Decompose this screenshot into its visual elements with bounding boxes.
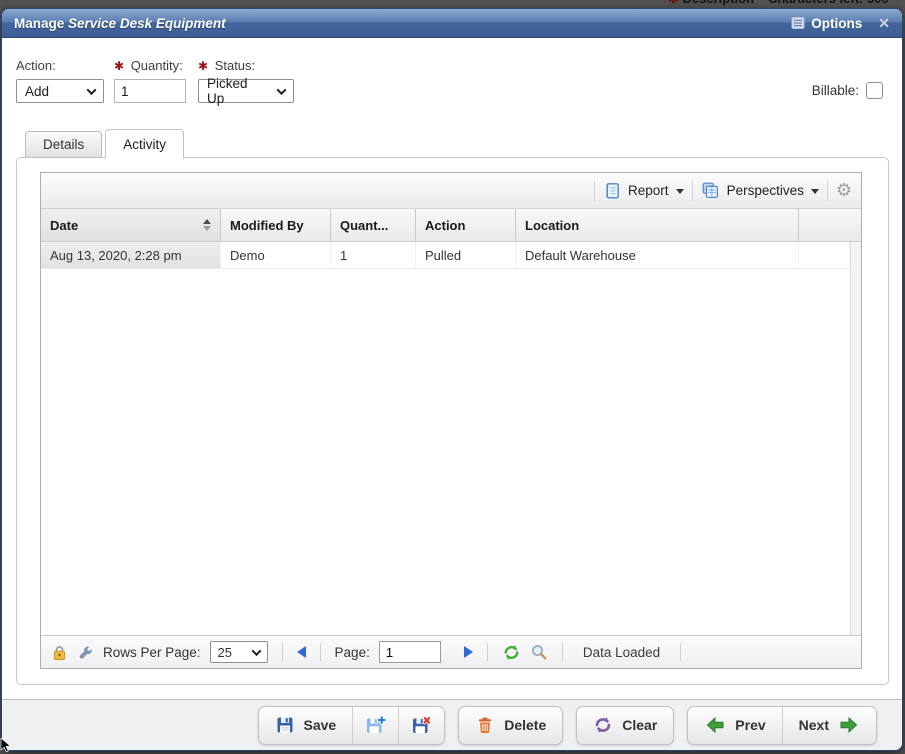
status-select[interactable]: Picked Up [198,79,294,103]
chevron-down-icon [87,85,97,95]
prev-button[interactable]: Prev [688,707,781,744]
tab-bar: Details Activity [16,129,889,158]
save-and-new-button[interactable] [352,707,398,744]
table-row[interactable]: Aug 13, 2020, 2:28 pm Demo 1 Pulled Defa… [41,242,850,269]
status-label: ✱ Status: [198,58,294,73]
options-label: Options [811,16,862,31]
previous-page-icon[interactable] [297,646,306,658]
save-button-group: Save [258,706,446,745]
cell-filler [799,242,850,268]
prev-next-button-group: Prev Next [687,706,877,745]
billable-label: Billable: [812,83,859,98]
dialog-content: Action: Add ✱ Quantity: ✱ Status: Picked… [2,38,902,699]
report-icon [603,182,621,200]
column-header-quantity[interactable]: Quant... [331,209,416,241]
cell-modified-by: Demo [221,242,331,268]
refresh-icon[interactable] [502,643,521,662]
options-button[interactable]: Options [791,16,862,31]
save-and-close-button[interactable] [398,707,444,744]
column-header-filler [799,209,861,241]
quantity-label: ✱ Quantity: [114,58,186,73]
grid-header-row: Date Modified By Quant... Action [41,209,861,242]
dialog-footer: Save [2,699,902,750]
delete-button[interactable]: Delete [459,707,562,744]
page-label: Page: [335,645,370,660]
chevron-down-icon [676,189,684,198]
billable-field: Billable: [812,82,883,99]
next-button[interactable]: Next [782,707,876,744]
grid-toolbar: Report Perspectiv [41,173,861,209]
toolbar-separator [594,181,595,201]
options-list-icon [791,16,805,30]
activity-grid: Report Perspectiv [40,172,862,669]
quantity-input[interactable] [114,79,186,103]
wrench-icon[interactable] [77,644,94,661]
report-button[interactable]: Report [603,182,684,200]
tab-container: Details Activity [16,129,889,685]
save-close-icon [411,715,432,736]
required-mark: ✱ [114,59,124,73]
pager-separator [680,643,681,661]
close-icon[interactable]: ✕ [878,16,890,30]
pager-separator [320,643,321,661]
arrow-right-icon [838,715,860,735]
dialog-titlebar[interactable]: Manage Service Desk Equipment Options ✕ [2,9,902,38]
column-header-location[interactable]: Location [516,209,799,241]
billable-checkbox[interactable] [866,82,883,99]
perspectives-button[interactable]: Perspectives [701,181,819,200]
arrow-left-icon [704,715,726,735]
toolbar-separator [827,181,828,201]
delete-button-group: Delete [458,706,563,745]
chevron-down-icon [811,189,819,198]
mouse-cursor [0,738,12,754]
manage-equipment-dialog: Manage Service Desk Equipment Options ✕ … [1,8,903,751]
action-label: Action: [16,58,104,73]
search-icon[interactable] [530,643,548,661]
vertical-scrollbar[interactable] [850,242,861,635]
save-plus-icon [365,715,386,736]
column-header-modified-by[interactable]: Modified By [221,209,331,241]
activity-tab-panel: Report Perspectiv [16,157,889,685]
cell-action: Pulled [416,242,516,268]
required-mark: ✱ [198,59,208,73]
clear-button-group: Clear [576,706,674,745]
chevron-down-icon [251,646,261,656]
tab-activity[interactable]: Activity [105,129,184,159]
action-select[interactable]: Add [16,79,104,103]
background-text-fragment: Characters left: 500 [768,0,889,6]
quantity-field: ✱ Quantity: [114,58,186,103]
grid-body: Aug 13, 2020, 2:28 pm Demo 1 Pulled Defa… [41,242,861,635]
dialog-title: Manage Service Desk Equipment [14,16,226,31]
action-field: Action: Add [16,58,104,103]
sort-icon [203,219,211,231]
trash-icon [475,715,495,735]
chevron-down-icon [277,85,287,95]
grid-pager: Rows Per Page: 25 Page: [41,635,861,668]
page-number-input[interactable] [379,641,441,663]
rows-per-page-select[interactable]: 25 [210,641,268,663]
cell-date: Aug 13, 2020, 2:28 pm [41,242,221,268]
save-button[interactable]: Save [259,707,353,744]
cell-location: Default Warehouse [516,242,799,268]
pager-separator [282,643,283,661]
next-page-icon[interactable] [464,646,473,658]
lock-icon[interactable] [51,644,68,661]
rows-per-page-label: Rows Per Page: [103,645,201,660]
pager-separator [487,643,488,661]
clear-refresh-icon [593,715,613,735]
perspectives-icon [701,181,720,200]
clear-button[interactable]: Clear [577,707,673,744]
background-text-fragment: ✱ Description [668,0,754,7]
save-icon [275,715,295,735]
column-header-action[interactable]: Action [416,209,516,241]
column-header-date[interactable]: Date [41,209,221,241]
grid-status-text: Data Loaded [577,645,666,660]
status-field: ✱ Status: Picked Up [198,58,294,103]
tab-details[interactable]: Details [25,131,102,158]
toolbar-separator [692,181,693,201]
cell-quantity: 1 [331,242,416,268]
gear-icon[interactable]: ⚙ [836,182,852,200]
pager-separator [562,643,563,661]
